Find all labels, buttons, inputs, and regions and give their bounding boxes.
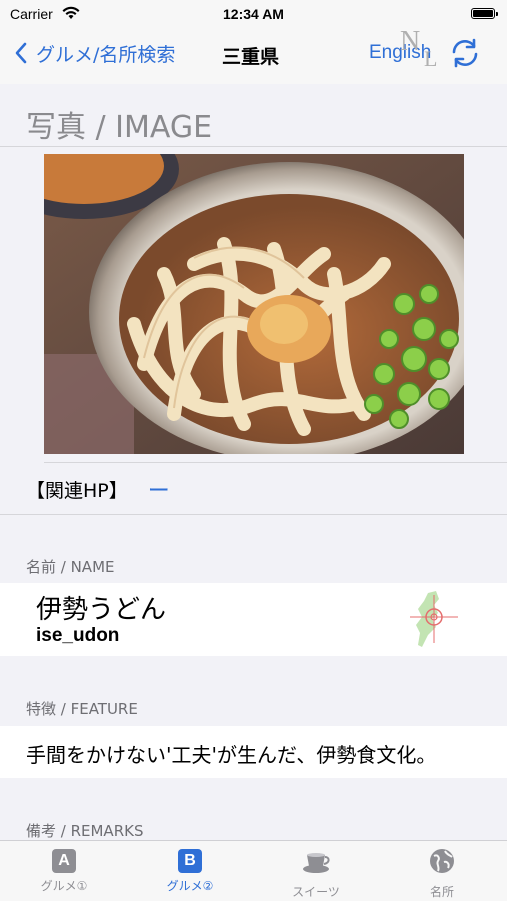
map-location-icon[interactable] [406,587,466,653]
feature-section-label: 特徴 / FEATURE [26,700,138,718]
tab-gourmet-2[interactable]: B グルメ② [140,847,240,899]
name-cell: 伊勢うどん ise_udon [0,583,507,656]
tab-bar: A グルメ① B グルメ② スイーツ 名所 [0,840,507,901]
divider [0,146,507,147]
name-japanese: 伊勢うどん [36,595,167,625]
name-english: ise_udon [36,625,120,646]
remarks-section-label: 備考 / REMARKS [26,822,144,840]
tab-places[interactable]: 名所 [392,847,492,899]
photo-section-header: 写真 / IMAGE [0,84,507,146]
related-hp-row: 【関連HP】 ー [26,474,170,504]
photo-section-title: 写真 / IMAGE [26,110,213,145]
back-button-label: グルメ/名所検索 [36,43,176,66]
a-box-icon: A [52,849,76,873]
name-section-label: 名前 / NAME [26,558,115,576]
chevron-left-icon [15,42,27,64]
feature-cell: 手間をかけない'工夫'が生んだ、伊勢食文化。 [0,726,507,778]
refresh-icon[interactable] [448,36,482,70]
feature-text: 手間をかけない'工夫'が生んだ、伊勢食文化。 [26,743,437,767]
food-photo [44,154,464,454]
back-button[interactable]: グルメ/名所検索 [14,40,175,66]
b-box-icon: B [178,849,202,873]
related-hp-link[interactable]: ー [148,473,170,505]
tab-label: グルメ① [40,879,88,893]
divider [44,462,507,463]
logo-letter-l: L [424,46,438,71]
status-time: 12:34 AM [223,6,284,22]
tab-label: グルメ② [166,879,214,893]
navigation-bar: グルメ/名所検索 三重県 English N L [0,26,507,84]
tab-sweets[interactable]: スイーツ [266,847,366,899]
battery-icon [471,8,498,19]
app-logo: N L [396,26,444,74]
related-hp-label: 【関連HP】 [26,479,128,502]
teacup-icon [303,853,330,873]
tab-label: 名所 [429,885,454,899]
status-bar: Carrier 12:34 AM [0,0,507,30]
tab-gourmet-1[interactable]: A グルメ① [14,847,114,899]
globe-icon [430,849,454,873]
logo-letter-n: N [400,26,421,57]
tab-label: スイーツ [292,885,340,899]
page-title: 三重県 [222,46,280,68]
divider [0,514,507,515]
